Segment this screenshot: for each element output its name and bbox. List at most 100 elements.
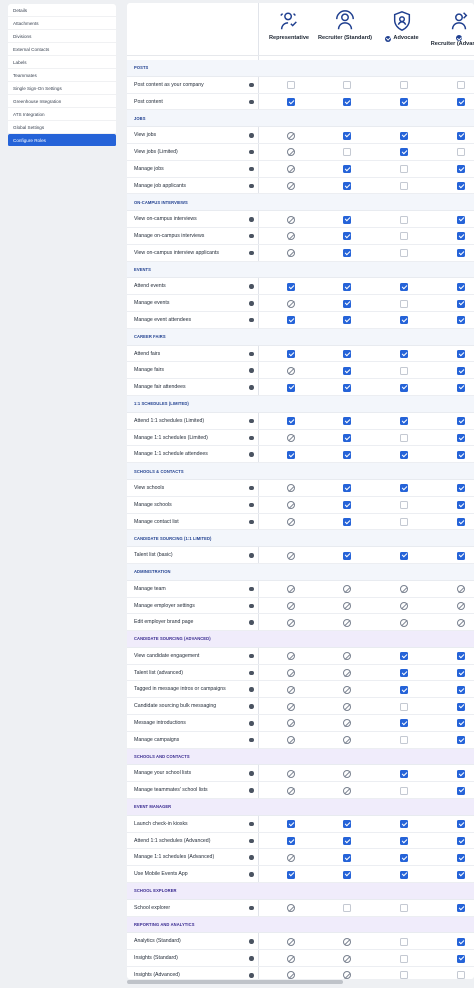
- checkbox-checked[interactable]: [343, 131, 351, 140]
- checkbox-unchecked[interactable]: [400, 954, 408, 963]
- info-icon[interactable]: [249, 519, 254, 525]
- checkbox-unchecked[interactable]: [400, 299, 408, 308]
- checkbox-checked[interactable]: [343, 165, 351, 174]
- horizontal-scrollbar[interactable]: [127, 980, 343, 984]
- checkbox-checked[interactable]: [457, 181, 465, 190]
- checkbox-checked[interactable]: [343, 383, 351, 392]
- checkbox-checked[interactable]: [457, 702, 465, 711]
- info-icon[interactable]: [249, 721, 254, 726]
- checkbox-unchecked[interactable]: [400, 517, 408, 526]
- checkbox-unchecked[interactable]: [457, 81, 465, 90]
- checkbox-checked[interactable]: [457, 131, 465, 140]
- checkbox-checked[interactable]: [400, 450, 408, 459]
- checkbox-checked[interactable]: [457, 282, 465, 291]
- info-icon[interactable]: [249, 183, 254, 189]
- info-icon[interactable]: [249, 217, 254, 222]
- checkbox-checked[interactable]: [400, 316, 408, 325]
- checkbox-checked[interactable]: [343, 215, 351, 224]
- checkbox-checked[interactable]: [457, 517, 465, 526]
- info-icon[interactable]: [249, 553, 254, 558]
- info-icon[interactable]: [249, 149, 254, 155]
- checkbox-checked[interactable]: [400, 853, 408, 862]
- checkbox-checked[interactable]: [457, 249, 465, 258]
- checkbox-checked[interactable]: [287, 282, 295, 291]
- checkbox-checked[interactable]: [287, 417, 295, 426]
- info-icon[interactable]: [249, 586, 254, 592]
- info-icon[interactable]: [249, 233, 254, 239]
- checkbox-checked[interactable]: [457, 685, 465, 694]
- checkbox-checked[interactable]: [287, 870, 295, 879]
- info-icon[interactable]: [249, 99, 254, 105]
- checkbox-checked[interactable]: [457, 450, 465, 459]
- checkbox-checked[interactable]: [457, 97, 465, 106]
- info-icon[interactable]: [249, 166, 254, 172]
- sidebar-item[interactable]: Greenhouse Integration: [8, 95, 116, 108]
- info-icon[interactable]: [249, 687, 254, 692]
- checkbox-checked[interactable]: [457, 937, 465, 946]
- checkbox-checked[interactable]: [343, 349, 351, 358]
- checkbox-unchecked[interactable]: [400, 786, 408, 795]
- checkbox-checked[interactable]: [287, 97, 295, 106]
- info-icon[interactable]: [249, 905, 254, 911]
- sidebar-item[interactable]: Attachments: [8, 17, 116, 30]
- checkbox-checked[interactable]: [343, 316, 351, 325]
- info-icon[interactable]: [249, 284, 254, 289]
- checkbox-checked[interactable]: [457, 837, 465, 846]
- checkbox-checked[interactable]: [287, 450, 295, 459]
- checkbox-checked[interactable]: [287, 316, 295, 325]
- checkbox-checked[interactable]: [400, 769, 408, 778]
- checkbox-checked[interactable]: [457, 299, 465, 308]
- checkbox-checked[interactable]: [400, 383, 408, 392]
- info-icon[interactable]: [249, 133, 254, 138]
- checkbox-checked[interactable]: [343, 299, 351, 308]
- info-icon[interactable]: [249, 620, 254, 625]
- info-icon[interactable]: [249, 855, 254, 860]
- info-icon[interactable]: [249, 872, 254, 877]
- info-icon[interactable]: [249, 939, 254, 944]
- checkbox-checked[interactable]: [343, 282, 351, 291]
- checkbox-checked[interactable]: [287, 349, 295, 358]
- checkbox-checked[interactable]: [343, 366, 351, 375]
- checkbox-checked[interactable]: [457, 232, 465, 241]
- checkbox-checked[interactable]: [343, 870, 351, 879]
- checkbox-checked[interactable]: [400, 349, 408, 358]
- checkbox-checked[interactable]: [457, 954, 465, 963]
- checkbox-unchecked[interactable]: [400, 433, 408, 442]
- checkbox-unchecked[interactable]: [400, 937, 408, 946]
- checkbox-unchecked[interactable]: [400, 81, 408, 90]
- sidebar-item[interactable]: Teammates: [8, 69, 116, 82]
- checkbox-checked[interactable]: [457, 786, 465, 795]
- info-icon[interactable]: [249, 670, 254, 676]
- checkbox-unchecked[interactable]: [400, 249, 408, 258]
- info-icon[interactable]: [249, 704, 254, 709]
- checkbox-checked[interactable]: [400, 417, 408, 426]
- checkbox-unchecked[interactable]: [457, 148, 465, 157]
- checkbox-checked[interactable]: [343, 97, 351, 106]
- info-icon[interactable]: [249, 385, 254, 390]
- info-icon[interactable]: [249, 821, 254, 827]
- checkbox-checked[interactable]: [457, 484, 465, 493]
- info-icon[interactable]: [249, 737, 254, 743]
- info-icon[interactable]: [249, 973, 254, 978]
- checkbox-checked[interactable]: [457, 383, 465, 392]
- checkbox-unchecked[interactable]: [400, 165, 408, 174]
- sidebar-item[interactable]: Single Sign-On Settings: [8, 82, 116, 95]
- checkbox-checked[interactable]: [457, 165, 465, 174]
- checkbox-checked[interactable]: [400, 148, 408, 157]
- checkbox-checked[interactable]: [400, 820, 408, 829]
- sidebar-item[interactable]: External Contacts: [8, 43, 116, 56]
- checkbox-checked[interactable]: [457, 433, 465, 442]
- checkbox-checked[interactable]: [287, 837, 295, 846]
- checkbox-checked[interactable]: [400, 652, 408, 661]
- info-icon[interactable]: [249, 502, 254, 508]
- info-icon[interactable]: [249, 788, 254, 793]
- sidebar-item[interactable]: Configure Roles: [8, 134, 116, 147]
- checkbox-checked[interactable]: [457, 366, 465, 375]
- checkbox-checked[interactable]: [400, 131, 408, 140]
- checkbox-checked[interactable]: [343, 551, 351, 560]
- checkbox-checked[interactable]: [400, 870, 408, 879]
- checkbox-checked[interactable]: [457, 417, 465, 426]
- checkbox-checked[interactable]: [343, 820, 351, 829]
- checkbox-checked[interactable]: [343, 837, 351, 846]
- info-icon[interactable]: [249, 317, 254, 323]
